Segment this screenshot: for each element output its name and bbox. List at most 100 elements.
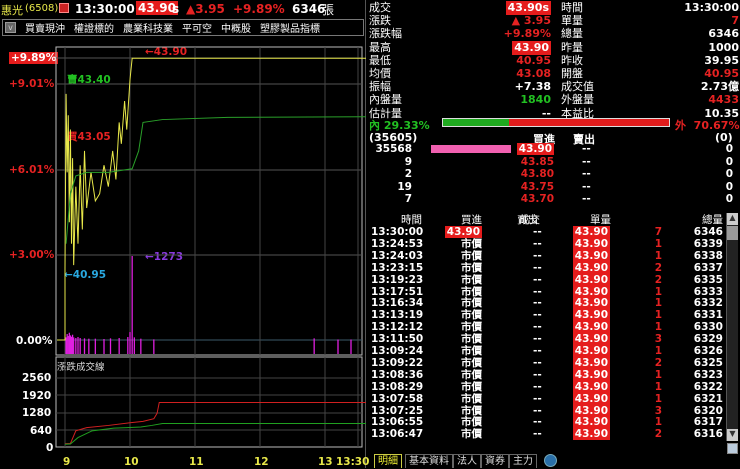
refresh-icon[interactable] — [544, 454, 557, 467]
ask-price: -- — [582, 193, 591, 206]
quote-label: 振幅 — [369, 80, 391, 94]
trade-row: 13:16:34 市價 -- 43.90 1 6332 — [367, 297, 727, 310]
ask-size: 0 — [725, 155, 733, 168]
trade-qty: 1 — [654, 392, 662, 405]
trade-row: 13:24:03 市價 -- 43.90 1 6338 — [367, 249, 727, 262]
trade-row: 13:13:19 市價 -- 43.90 1 6331 — [367, 309, 727, 322]
trade-bid: 市價 — [461, 273, 482, 286]
trade-total: 6346 — [693, 226, 723, 238]
trade-row: 13:07:58 市價 -- 43.90 1 6321 — [367, 392, 727, 405]
order-book-row: 9 43.85 -- 0 — [367, 156, 739, 168]
trade-total: 6320 — [693, 404, 723, 417]
trade-time: 13:08:36 — [371, 368, 424, 381]
order-book-row: 2 43.80 -- 0 — [367, 168, 739, 180]
trade-time: 13:06:47 — [371, 428, 424, 441]
trade-time: 13:16:34 — [371, 297, 424, 310]
trade-time: 13:11:50 — [371, 333, 424, 346]
trade-row: 13:06:47 市價 -- 43.90 2 6316 — [367, 428, 727, 441]
trade-price: 43.90 — [572, 285, 610, 298]
trade-qty: 1 — [654, 309, 662, 322]
tab-basic-info[interactable]: 基本資料 — [405, 454, 453, 468]
trade-row: 13:08:29 市價 -- 43.90 1 6322 — [367, 380, 727, 393]
ask-price: -- — [582, 180, 591, 193]
trade-row: 13:19:23 市價 -- 43.90 2 6335 — [367, 273, 727, 286]
quote-value: 1000 — [708, 40, 739, 54]
quote-value: ▲ 3.95 — [511, 14, 551, 28]
trade-row: 13:07:25 市價 -- 43.90 3 6320 — [367, 404, 727, 417]
chart-panel: 惠光 (6508) 13:30:00 43.90 s ▲3.95 +9.89% … — [0, 0, 369, 468]
bid-size: 2 — [404, 168, 412, 181]
trade-bid: 市價 — [461, 237, 482, 250]
scrollbar[interactable]: ▲ ▼ — [726, 213, 738, 441]
trade-total: 6332 — [693, 297, 723, 310]
trade-qty: 1 — [654, 416, 662, 429]
quote-label: 昨收 — [561, 53, 583, 67]
ask-price: -- — [582, 143, 591, 155]
quote-label: 外盤量 — [561, 93, 594, 107]
trade-qty: 1 — [654, 237, 662, 250]
trade-ask: -- — [533, 297, 542, 310]
trade-row: 13:09:22 市價 -- 43.90 2 6325 — [367, 356, 727, 369]
trade-time: 13:07:58 — [371, 392, 424, 405]
quote-value: 40.95 — [516, 53, 551, 67]
trade-qty: 1 — [654, 368, 662, 381]
trade-time: 13:09:22 — [371, 356, 424, 369]
trade-row: 13:24:53 市價 -- 43.90 1 6339 — [367, 237, 727, 250]
trade-total: 6317 — [693, 416, 723, 429]
bid-price: 43.80 — [520, 168, 554, 181]
quote-label: 最低 — [369, 53, 391, 67]
trade-qty: 7 — [654, 226, 662, 238]
ask-size: 0 — [725, 168, 733, 181]
tab-margin[interactable]: 資券 — [481, 454, 509, 468]
trade-total: 6330 — [693, 321, 723, 334]
trade-bid: 市價 — [461, 249, 482, 262]
scroll-down-icon[interactable]: ▼ — [727, 429, 738, 441]
inner-outer-ratio-bar — [442, 118, 670, 127]
trade-time: 13:07:25 — [371, 404, 424, 417]
scroll-thumb[interactable] — [727, 226, 738, 240]
trade-price: 43.90 — [572, 368, 610, 381]
tab-major-players[interactable]: 主力 — [509, 454, 537, 468]
trade-price: 43.90 — [572, 345, 610, 357]
trade-ask: -- — [533, 226, 542, 238]
trade-ask: -- — [533, 380, 542, 393]
bid-price: 43.70 — [520, 193, 554, 206]
scroll-up-icon[interactable]: ▲ — [727, 213, 738, 225]
trade-bid: 市價 — [461, 356, 482, 369]
main-plot-frame — [55, 46, 363, 356]
tab-institutional[interactable]: 法人 — [453, 454, 481, 468]
trade-bid: 市價 — [461, 261, 482, 274]
trade-total: 6333 — [693, 285, 723, 298]
trade-bid: 市價 — [461, 333, 482, 346]
trade-price: 43.90 — [572, 297, 610, 310]
trade-qty: 1 — [654, 321, 662, 334]
bid-size: 7 — [404, 193, 412, 206]
trade-ask: -- — [533, 392, 542, 405]
trade-price: 43.90 — [572, 392, 610, 405]
quote-value: 43.90s — [505, 1, 551, 15]
trade-qty: 1 — [654, 345, 662, 357]
trade-qty: 1 — [654, 285, 662, 298]
trade-time: 13:24:03 — [371, 249, 424, 262]
trade-ask: -- — [533, 273, 542, 286]
trade-qty: 2 — [654, 428, 662, 441]
trade-bid: 市價 — [461, 309, 482, 322]
trade-bid: 市價 — [461, 368, 482, 381]
ask-size: 0 — [725, 193, 733, 206]
quote-value: 43.08 — [516, 67, 551, 80]
trade-row: 13:12:12 市價 -- 43.90 1 6330 — [367, 321, 727, 334]
quote-label: 時間 — [561, 1, 583, 14]
trade-price: 43.90 — [572, 321, 610, 334]
trade-time: 13:09:24 — [371, 345, 424, 357]
trade-price: 43.90 — [572, 333, 610, 346]
trade-ask: -- — [533, 309, 542, 322]
trade-price: 43.90 — [572, 273, 610, 286]
trade-time: 13:23:15 — [371, 261, 424, 274]
bid-price: 43.85 — [520, 155, 554, 168]
intraday-chart — [55, 46, 366, 448]
trade-bid: 市價 — [461, 392, 482, 405]
trade-total: 6331 — [693, 309, 723, 322]
tab-detail[interactable]: 明細 — [374, 454, 402, 468]
settings-icon[interactable] — [727, 443, 738, 454]
bid-price: 43.75 — [520, 180, 554, 193]
